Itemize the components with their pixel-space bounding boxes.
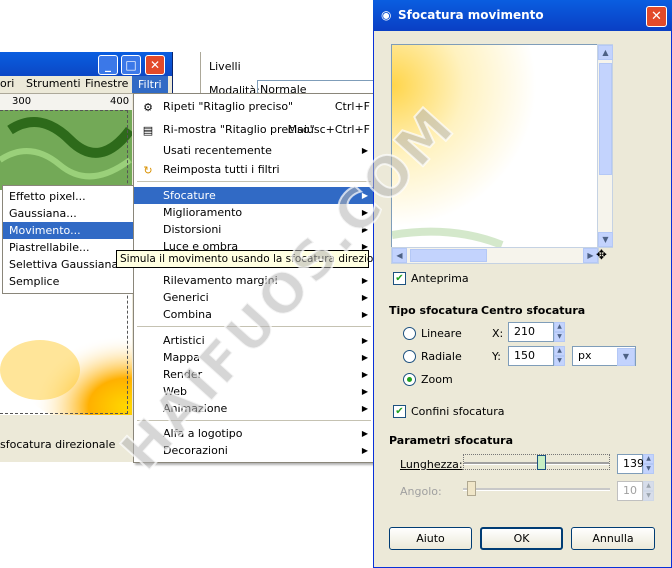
navigate-icon[interactable]: ✥ bbox=[596, 248, 607, 263]
maximize-icon[interactable]: □ bbox=[121, 55, 141, 75]
sfocature-submenu: Effetto pixel... Gaussiana... Movimento.… bbox=[2, 185, 134, 294]
scroll-left-icon[interactable]: ◀ bbox=[392, 248, 407, 263]
menu-item-rilevamento[interactable]: Rilevamento margini ▶ bbox=[134, 272, 374, 289]
scroll-down-icon[interactable]: ▼ bbox=[598, 232, 613, 247]
submenu-item-gaussiana[interactable]: Gaussiana... bbox=[3, 205, 133, 222]
x-input[interactable]: 210 bbox=[508, 322, 554, 342]
cancel-button[interactable]: Annulla bbox=[571, 527, 655, 550]
layers-title: Livelli bbox=[209, 60, 241, 73]
preview-vertical-scrollbar[interactable]: ▲ ▼ bbox=[597, 44, 613, 248]
menu-item-alfa-logotipo[interactable]: Alfa a logotipo ▶ bbox=[134, 425, 374, 442]
reshow-icon: ▤ bbox=[142, 124, 154, 137]
menu-item-recenti[interactable]: Usati recentemente ▶ bbox=[134, 142, 374, 159]
menu-item-generici[interactable]: Generici ▶ bbox=[134, 289, 374, 306]
ruler-mark: 400 bbox=[110, 96, 130, 107]
clip-label: Confini sfocatura bbox=[411, 405, 505, 418]
ok-button[interactable]: OK bbox=[480, 527, 563, 550]
angle-slider-thumb bbox=[467, 481, 476, 496]
close-icon[interactable]: ✕ bbox=[145, 55, 165, 75]
tooltip: Simula il movimento usando la sfocatura … bbox=[116, 250, 396, 268]
radio-zoom-label: Zoom bbox=[421, 373, 453, 386]
help-button[interactable]: Aiuto bbox=[389, 527, 472, 550]
menu-item-miglioramento[interactable]: Miglioramento ▶ bbox=[134, 204, 374, 221]
length-label: Lunghezza: bbox=[400, 458, 463, 471]
submenu-item-selettiva-gaussiana[interactable]: Selettiva Gaussiana... bbox=[3, 256, 133, 273]
menu-finestre[interactable]: Finestre bbox=[85, 77, 128, 90]
preview-image bbox=[392, 45, 598, 247]
submenu-item-effetto-pixel[interactable]: Effetto pixel... bbox=[3, 188, 133, 205]
y-label: Y: bbox=[492, 350, 501, 363]
repeat-icon: ⚙ bbox=[143, 101, 153, 114]
radio-lineare[interactable] bbox=[403, 327, 416, 340]
x-spin-buttons[interactable]: ▲ ▼ bbox=[554, 322, 565, 342]
menu-item-rimostra[interactable]: ▤ Ri-mostra "Ritaglio preciso" Maiusc+Ctr… bbox=[134, 121, 374, 138]
radio-radiale[interactable] bbox=[403, 350, 416, 363]
menu-item-combina[interactable]: Combina ▶ bbox=[134, 306, 374, 323]
y-input[interactable]: 150 bbox=[508, 346, 554, 366]
scroll-thumb[interactable] bbox=[599, 63, 612, 175]
image-menubar: ori Strumenti Finestre Filtri bbox=[0, 76, 172, 94]
menu-item-distorsioni[interactable]: Distorsioni ▶ bbox=[134, 221, 374, 238]
preview-horizontal-scrollbar[interactable]: ◀ ▶ bbox=[391, 247, 599, 264]
menu-item-render[interactable]: Render ▶ bbox=[134, 366, 374, 383]
image-window-titlebar: _ □ ✕ bbox=[0, 52, 172, 76]
preview-label: Anteprima bbox=[411, 272, 469, 285]
length-spin-buttons[interactable]: ▲ ▼ bbox=[643, 454, 654, 474]
dialog-title: Sfocatura movimento bbox=[398, 8, 544, 22]
clip-checkbox[interactable]: ✔ bbox=[393, 405, 406, 418]
filtri-menu: ⚙ Ripeti "Ritaglio preciso" Ctrl+F ▤ Ri-m… bbox=[133, 93, 375, 463]
scroll-thumb[interactable] bbox=[410, 249, 487, 262]
menu-strumenti[interactable]: Strumenti bbox=[26, 77, 81, 90]
menu-item-sfocature[interactable]: Sfocature ▶ bbox=[134, 187, 374, 204]
horizontal-ruler: 300 400 bbox=[0, 94, 132, 111]
angle-slider bbox=[463, 481, 610, 497]
preview-checkbox[interactable]: ✔ bbox=[393, 272, 406, 285]
angle-input: 10 bbox=[617, 481, 643, 501]
reset-icon: ↻ bbox=[143, 164, 153, 177]
dialog-close-icon[interactable]: ✕ bbox=[646, 6, 667, 27]
menu-separator bbox=[137, 420, 371, 421]
menu-separator bbox=[137, 326, 371, 327]
x-label: X: bbox=[492, 327, 504, 340]
blur-type-heading: Tipo sfocatura bbox=[389, 304, 479, 317]
submenu-item-semplice[interactable]: Semplice bbox=[3, 273, 133, 290]
minimize-icon[interactable]: _ bbox=[98, 55, 118, 75]
menu-item-web[interactable]: Web ▶ bbox=[134, 383, 374, 400]
radio-lineare-label: Lineare bbox=[421, 327, 462, 340]
menu-item-artistici[interactable]: Artistici ▶ bbox=[134, 332, 374, 349]
angle-spin-buttons: ▲ ▼ bbox=[643, 481, 654, 501]
radio-radiale-label: Radiale bbox=[421, 350, 462, 363]
angle-label: Angolo: bbox=[400, 485, 442, 498]
submenu-item-piastrellabile[interactable]: Piastrellabile... bbox=[3, 239, 133, 256]
gimp-logo-icon: ◉ bbox=[381, 8, 392, 22]
y-spin-buttons[interactable]: ▲ ▼ bbox=[554, 346, 565, 366]
menu-item-decorazioni[interactable]: Decorazioni ▶ bbox=[134, 442, 374, 459]
submenu-item-movimento[interactable]: Movimento... bbox=[3, 222, 133, 239]
length-input[interactable]: 139 bbox=[617, 454, 644, 474]
chevron-down-icon[interactable]: ▼ bbox=[617, 348, 635, 366]
length-slider-thumb[interactable] bbox=[537, 455, 546, 470]
ruler-mark: 300 bbox=[12, 96, 32, 107]
menu-filtri[interactable]: Filtri bbox=[132, 76, 168, 93]
length-slider[interactable] bbox=[463, 454, 610, 470]
params-heading: Parametri sfocatura bbox=[389, 434, 514, 447]
radio-zoom[interactable] bbox=[403, 373, 416, 386]
menu-separator bbox=[137, 181, 371, 182]
preview-area[interactable] bbox=[391, 44, 599, 248]
scroll-up-icon[interactable]: ▲ bbox=[598, 45, 613, 60]
blur-center-heading: Centro sfocatura bbox=[481, 304, 586, 317]
menu-item-reimposta[interactable]: ↻ Reimposta tutti i filtri bbox=[134, 161, 374, 178]
menu-item-animazione[interactable]: Animazione ▶ bbox=[134, 400, 374, 417]
menu-item-mappa[interactable]: Mappa ▶ bbox=[134, 349, 374, 366]
menu-colori[interactable]: ori bbox=[0, 77, 14, 90]
menu-item-ripeti[interactable]: ⚙ Ripeti "Ritaglio preciso" Ctrl+F bbox=[134, 98, 374, 115]
